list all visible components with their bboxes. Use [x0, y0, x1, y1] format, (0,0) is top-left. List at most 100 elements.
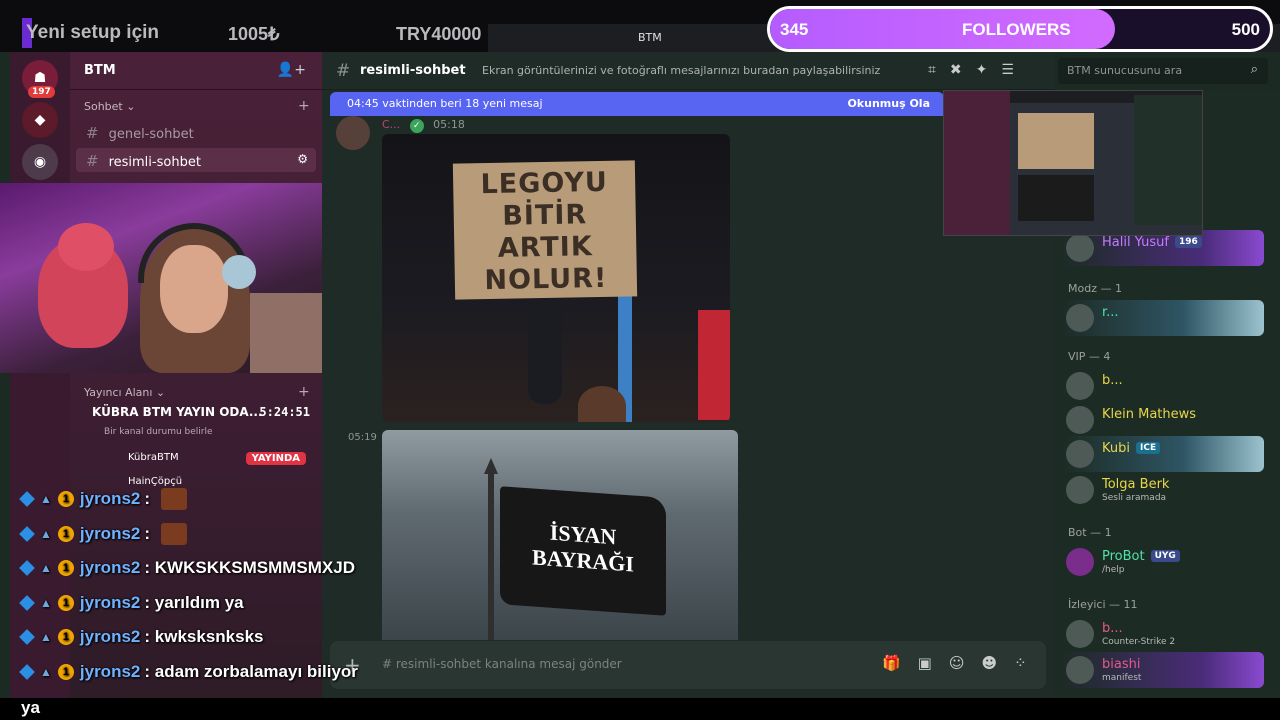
- search-placeholder: BTM sunucusunu ara: [1067, 64, 1183, 77]
- message-input-placeholder[interactable]: # resimli-sohbet kanalına mesaj gönder: [382, 657, 622, 671]
- image-head: [578, 386, 626, 422]
- member-activity: /help: [1102, 565, 1125, 575]
- role-badge-icon: ✓: [409, 119, 424, 133]
- member-item[interactable]: Kubi ICE: [1062, 436, 1264, 472]
- member-item[interactable]: biashi manifest: [1062, 652, 1264, 688]
- badge-icon: 1: [57, 525, 74, 542]
- ticker-text-2: 1005₺: [228, 24, 280, 44]
- chat-line: ▲ 1 jyrons2:: [19, 519, 187, 549]
- chat-username: jyrons2: [79, 523, 141, 543]
- message-time: 05:19: [348, 432, 377, 443]
- member-name: biashi: [1102, 657, 1141, 672]
- member-name: b...: [1102, 621, 1123, 636]
- chat-message: yarıldım ya: [154, 592, 244, 612]
- message-header: C... ✓ 05:18: [382, 118, 465, 133]
- image-flag-text: İSYAN BAYRAĞI: [500, 486, 666, 616]
- message-input[interactable]: + # resimli-sohbet kanalına mesaj gönder…: [330, 641, 1046, 689]
- invite-icon[interactable]: 👤+: [277, 62, 306, 78]
- voice-channel[interactable]: KÜBRA BTM YAYIN ODA... 5:24:51 Bir kanal…: [78, 405, 318, 493]
- member-item[interactable]: Tolga Berk Sesli aramada: [1062, 472, 1262, 508]
- chat-message: adam zorbalamayı biliyor: [154, 661, 358, 681]
- chat-username: jyrons2: [79, 489, 141, 508]
- server-icon[interactable]: ☗ 197: [22, 60, 58, 98]
- avatar: [1066, 304, 1094, 332]
- member-group-label: Modz — 1: [1068, 282, 1122, 295]
- chat-line: ▲ 1 jyrons2:: [19, 484, 187, 514]
- channel-label: resimli-sohbet: [108, 155, 201, 170]
- header-toolbar[interactable]: ⌗✖✦☰: [928, 62, 1028, 78]
- channel-resimli-sohbet[interactable]: # resimli-sohbet ⚙: [76, 148, 316, 172]
- avatar: [1066, 620, 1094, 648]
- input-toolbar[interactable]: 🎁▣☺☻⁘: [882, 654, 1044, 672]
- chat-line: ▲ 1 jyrons2: yarıldım ya: [19, 588, 244, 618]
- message-time: 05:18: [433, 118, 465, 131]
- search-icon[interactable]: ⌕: [1251, 62, 1258, 77]
- channel-genel-sohbet[interactable]: # genel-sohbet: [76, 120, 316, 144]
- chat-line: ▲ 1 jyrons2: KWKSKKSMSMMSMXJD: [19, 553, 355, 583]
- member-name: Tolga Berk: [1102, 477, 1170, 492]
- category-label: Sohbet: [84, 100, 123, 113]
- attachment-image[interactable]: İSYAN BAYRAĞI: [382, 430, 738, 640]
- badge-icon: [19, 629, 35, 645]
- new-messages-bar[interactable]: 04:45 vaktinden beri 18 yeni mesaj Okunm…: [330, 92, 944, 116]
- screen: { "stream": { "ticker1": "Yeni setup içi…: [0, 0, 1280, 720]
- message-author[interactable]: C...: [382, 118, 400, 131]
- badge-icon: ▲: [40, 526, 52, 541]
- search-input[interactable]: BTM sunucusunu ara ⌕: [1058, 58, 1268, 84]
- image-flag: [698, 310, 730, 420]
- follower-goal-widget: 345 FOLLOWERS 500: [767, 6, 1273, 52]
- follower-current: 345: [780, 20, 809, 39]
- avatar: [1066, 440, 1094, 468]
- voice-channel-name: KÜBRA BTM YAYIN ODA...: [92, 405, 263, 419]
- server-icon[interactable]: ◉: [22, 144, 58, 180]
- plus-icon[interactable]: +: [298, 384, 310, 400]
- hash-icon: #: [86, 152, 99, 170]
- member-activity: manifest: [1102, 673, 1142, 683]
- attachment-image[interactable]: LEGOYU BİTİR ARTIK NOLUR!: [382, 134, 730, 422]
- avatar: [1066, 476, 1094, 504]
- voice-timer: 5:24:51: [259, 405, 310, 419]
- member-item[interactable]: Klein Mathews: [1062, 402, 1262, 438]
- voice-channel-row[interactable]: KÜBRA BTM YAYIN ODA... 5:24:51: [78, 405, 318, 427]
- badge-icon: [19, 594, 35, 611]
- member-group-label: İzleyici — 11: [1068, 598, 1138, 611]
- badge-icon: [19, 560, 35, 576]
- badge-icon: 1: [57, 663, 74, 680]
- member-name: Kubi ICE: [1102, 441, 1161, 456]
- picture-in-picture-preview[interactable]: [943, 90, 1203, 236]
- chat-username: jyrons2: [79, 627, 141, 646]
- voice-user[interactable]: KübraBTM YAYINDA: [78, 449, 318, 471]
- member-item[interactable]: b...: [1062, 368, 1262, 404]
- avatar: [1066, 656, 1094, 684]
- server-header[interactable]: BTM 👤+: [70, 52, 322, 90]
- category-sohbet[interactable]: Sohbet ⌄ +: [84, 98, 310, 114]
- avatar: [1066, 372, 1094, 400]
- gear-icon[interactable]: ⚙: [297, 152, 308, 166]
- plush-toy: [222, 255, 256, 289]
- plus-icon[interactable]: +: [298, 98, 310, 114]
- channel-header: # resimli-sohbet Ekran görüntülerinizi v…: [322, 52, 1054, 90]
- image-sign-text: LEGOYU BİTİR ARTIK NOLUR!: [452, 160, 638, 300]
- ticker-text-1: Yeni setup için: [26, 22, 160, 43]
- image-arm: [528, 294, 562, 404]
- follower-label: FOLLOWERS: [962, 20, 1071, 39]
- chat-username: jyrons2: [79, 661, 141, 681]
- badge-icon: 1: [57, 491, 74, 507]
- badge-icon: ▲: [40, 492, 52, 506]
- webcam-overlay: [0, 183, 338, 373]
- server-name: BTM: [84, 63, 116, 78]
- member-item[interactable]: r...: [1062, 300, 1264, 336]
- status-hint[interactable]: Bir kanal durumu belirle: [78, 427, 318, 449]
- member-item[interactable]: b... Counter-Strike 2: [1062, 616, 1262, 652]
- member-name: b...: [1102, 373, 1123, 388]
- member-group-label: VIP — 4: [1068, 350, 1111, 363]
- mark-read-button[interactable]: Okunmuş Ola: [847, 97, 930, 110]
- category-yayinci-alani[interactable]: Yayıncı Alanı ⌄ +: [84, 384, 310, 400]
- member-item[interactable]: ProBot UYG /help: [1062, 544, 1262, 580]
- member-activity: Sesli aramada: [1102, 493, 1167, 503]
- server-icon[interactable]: ◆: [22, 102, 58, 138]
- chat-colon: :: [144, 661, 151, 681]
- avatar[interactable]: [336, 116, 370, 150]
- chat-colon: :: [144, 592, 151, 612]
- badge-icon: 1: [57, 560, 74, 576]
